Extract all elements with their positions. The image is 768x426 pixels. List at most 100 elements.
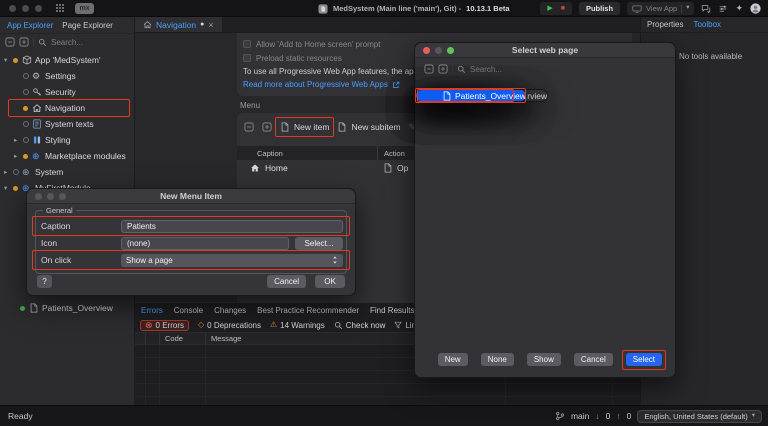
tree-expander-icon[interactable]: ▾ (4, 56, 13, 64)
person-icon (750, 3, 761, 14)
side-tree-item-styling[interactable]: ▸ Styling (0, 132, 134, 148)
side-tree-item-marketplace-modules[interactable]: ▸ ⊕ Marketplace modules (0, 148, 134, 164)
modified-dot: ● (200, 21, 205, 28)
page-icon (383, 163, 393, 173)
zoom-icon[interactable] (59, 193, 66, 200)
icon-select-button[interactable]: Select... (295, 236, 343, 250)
tab-properties[interactable]: Properties (647, 20, 683, 29)
dialog-window-controls[interactable] (35, 193, 66, 200)
feedback-icon[interactable] (701, 4, 711, 14)
app-window: mx MedSystem (Main line ('main'), Git) -… (0, 0, 768, 426)
tab-page-explorer[interactable]: Page Explorer (62, 21, 113, 30)
change-status-dot (23, 121, 32, 127)
window-controls[interactable] (9, 4, 42, 12)
expand-all-icon[interactable] (19, 37, 29, 47)
on-click-dropdown[interactable]: Show a page (121, 253, 343, 267)
change-status-dot (13, 186, 22, 191)
tab-toolbox[interactable]: Toolbox (693, 20, 721, 29)
cube-icon (22, 55, 34, 65)
collapse-all-icon[interactable] (5, 37, 15, 47)
tab-navigation[interactable]: Navigation ● × (135, 17, 222, 32)
search-input[interactable]: Search... (51, 38, 83, 47)
cancel-button[interactable]: Cancel (573, 353, 613, 366)
key-icon (32, 87, 44, 97)
close-icon[interactable] (35, 193, 42, 200)
help-button[interactable]: ? (37, 275, 52, 288)
filter-14-warnings[interactable]: ⚠ 14 Warnings (270, 321, 325, 330)
page-icon (442, 90, 454, 101)
run-button[interactable]: ▶ (547, 5, 552, 12)
search-icon (457, 65, 466, 74)
close-icon[interactable] (423, 47, 430, 54)
tree-expander-icon[interactable]: ▸ (4, 168, 13, 176)
dock-tab-best-practice-recommender[interactable]: Best Practice Recommender (257, 306, 359, 315)
side-tree-item-app-medsystem[interactable]: ▾ App 'MedSystem' (0, 52, 134, 68)
dialog-window-controls[interactable] (423, 47, 454, 54)
incoming-commits-icon[interactable]: ↓ (595, 412, 599, 421)
select-button[interactable]: Select (625, 353, 662, 366)
expand-all-icon[interactable] (438, 64, 448, 74)
collapse-all-icon[interactable] (244, 122, 254, 132)
run-controls: ▶ ■ (540, 2, 572, 15)
app-tree: ▾ App 'MedSystem' ⚙ Settings Security Navigat… (0, 50, 134, 196)
ok-button[interactable]: OK (315, 275, 345, 288)
zoom-icon[interactable] (447, 47, 454, 54)
activity-icon[interactable] (718, 4, 728, 14)
filter-0-deprecations[interactable]: ◇ 0 Deprecations (198, 321, 261, 330)
tree-expander-icon[interactable]: ▸ (14, 152, 23, 160)
dlg-tree-item-patients-overview[interactable]: Patients_Overview (415, 88, 527, 103)
new-item-button[interactable]: New item (275, 117, 335, 137)
user-avatar[interactable] (750, 3, 761, 14)
new-button[interactable]: New (437, 353, 468, 366)
search-input[interactable]: Search... (470, 65, 502, 74)
publish-button[interactable]: Publish (578, 2, 621, 15)
git-branch-icon[interactable] (555, 411, 565, 421)
close-window-icon[interactable] (9, 4, 16, 12)
dialog-title: New Menu Item (160, 191, 222, 201)
dock-tab-changes[interactable]: Changes (214, 306, 246, 315)
branch-name[interactable]: main (571, 411, 589, 421)
tree-item-patients-overview-partial[interactable]: Patients_Overview (0, 300, 135, 316)
expand-all-icon[interactable] (262, 122, 272, 132)
minimize-icon[interactable] (47, 193, 54, 200)
incoming-count: 0 (605, 411, 611, 421)
side-tree-item-system[interactable]: ▸ ⊕ System (0, 164, 134, 180)
filter-check-now[interactable]: Check now (334, 321, 385, 330)
side-tree-item-security[interactable]: Security (0, 84, 134, 100)
filter-0-errors[interactable]: ⊗ 0 Errors (140, 319, 189, 331)
show-button[interactable]: Show (526, 353, 561, 366)
side-tree-item-navigation[interactable]: Navigation (0, 99, 134, 117)
grid-line (159, 345, 160, 404)
add-to-home-checkbox[interactable] (243, 40, 251, 48)
collapse-all-icon[interactable] (424, 64, 434, 74)
tree-expander-icon[interactable]: ▸ (14, 136, 23, 144)
dock-tab-console[interactable]: Console (174, 306, 203, 315)
zoom-window-icon[interactable] (35, 4, 42, 12)
minimize-icon[interactable] (435, 47, 442, 54)
outgoing-count: 0 (626, 411, 632, 421)
preload-checkbox[interactable] (243, 54, 251, 62)
close-tab-icon[interactable]: × (208, 20, 213, 30)
minimize-window-icon[interactable] (22, 4, 29, 12)
magnifier-icon (334, 321, 343, 330)
dock-tab-errors[interactable]: Errors (141, 306, 163, 315)
icon-field[interactable]: (none) (121, 236, 289, 250)
language-selector[interactable]: English, United States (default) ▾ (637, 409, 762, 423)
side-tree-item-system-texts[interactable]: System texts (0, 116, 134, 132)
caption-field[interactable]: Patients (121, 219, 343, 233)
chevron-down-icon[interactable]: ▾ (686, 5, 689, 12)
on-click-row: On click Show a page (41, 253, 343, 267)
tab-app-explorer[interactable]: App Explorer (7, 21, 53, 30)
ai-assistant-icon[interactable]: ✦ (735, 4, 743, 13)
cancel-button[interactable]: Cancel (267, 275, 306, 288)
tree-expander-icon[interactable]: ▾ (4, 184, 13, 192)
column-empty (135, 333, 145, 344)
side-tree-item-settings[interactable]: ⚙ Settings (0, 68, 134, 84)
none-button[interactable]: None (480, 353, 514, 366)
stop-button[interactable]: ■ (561, 5, 565, 12)
view-app-button[interactable]: View App ▾ (627, 2, 695, 15)
app-grid-icon[interactable] (55, 3, 65, 13)
outgoing-commits-icon[interactable]: ↑ (616, 412, 620, 421)
tree-item-label: App 'MedSystem' (35, 55, 101, 65)
new-subitem-button[interactable]: New subitem (337, 122, 401, 132)
